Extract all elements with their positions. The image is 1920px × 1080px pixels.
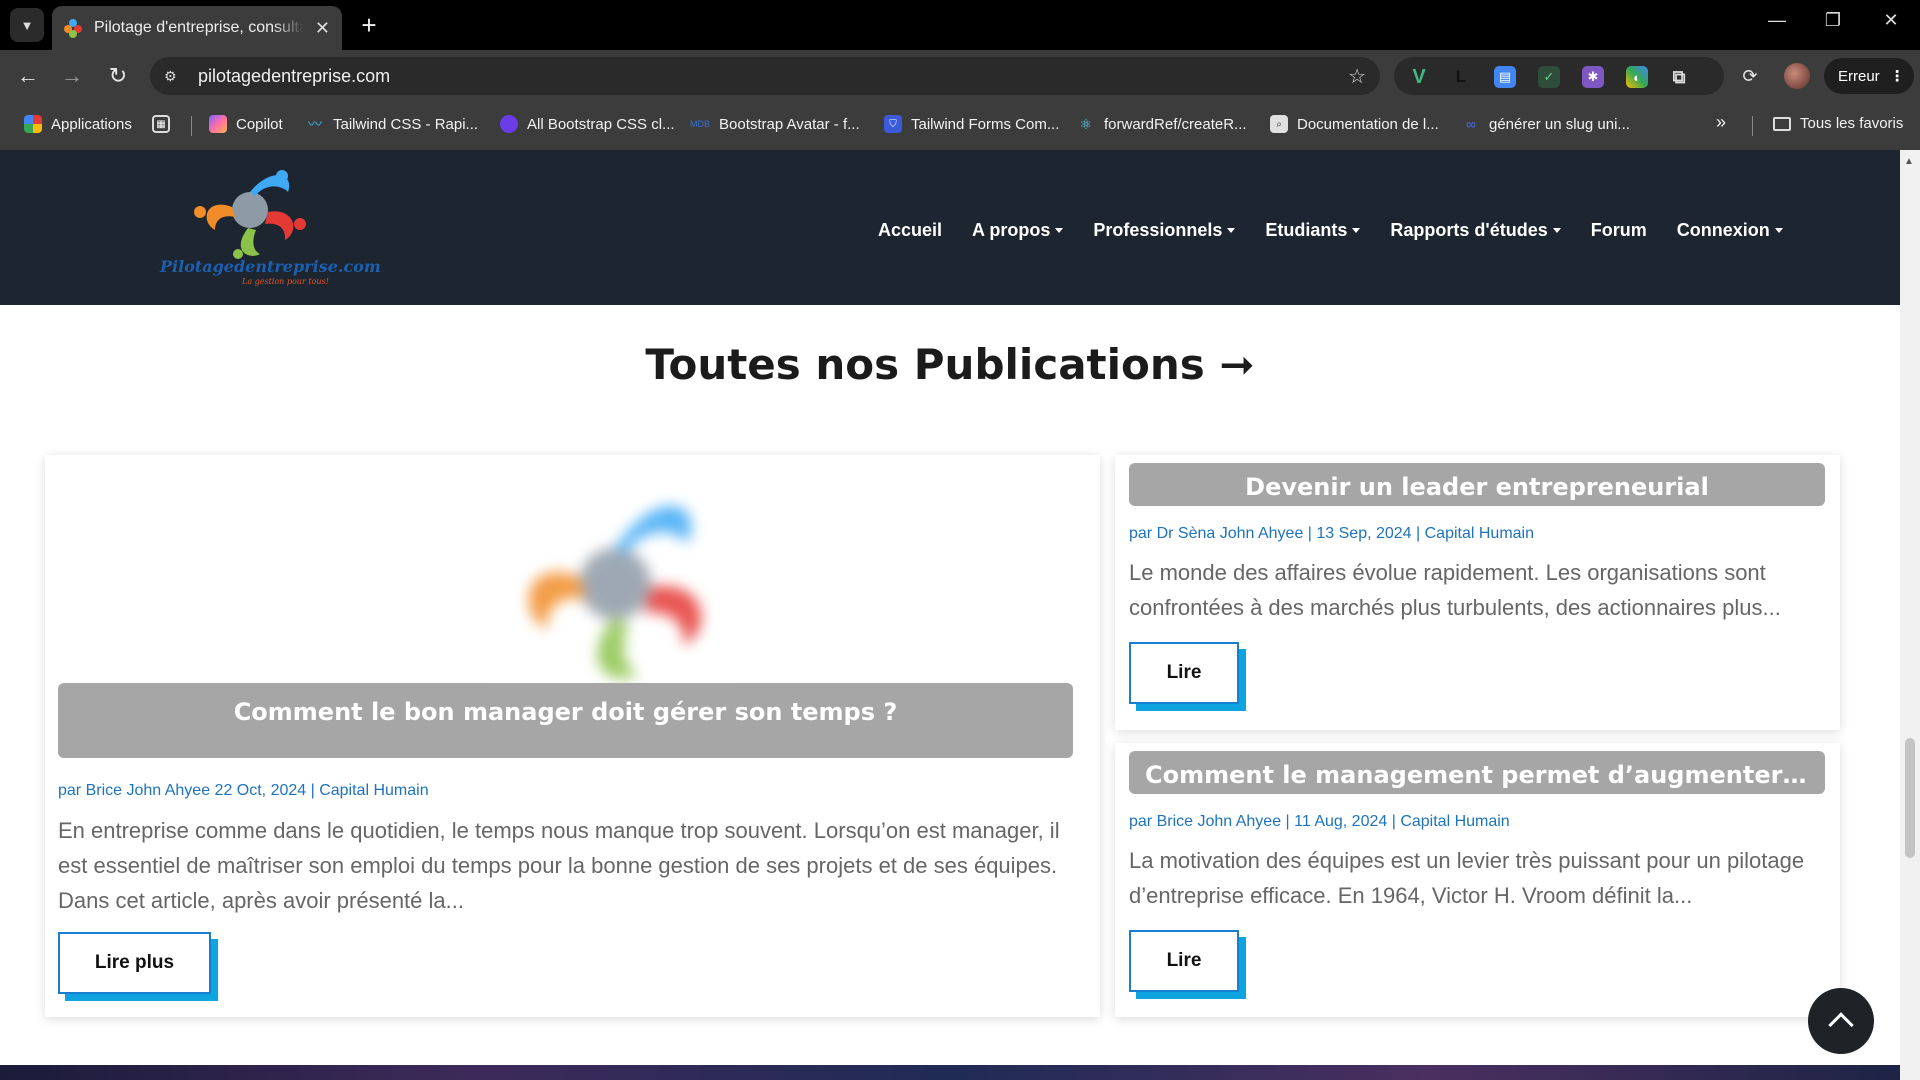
all-bookmarks-folder[interactable]: Tous les favoris	[1773, 115, 1903, 132]
caret-down-icon	[1055, 228, 1064, 233]
page-scrollbar[interactable]: ▲	[1900, 150, 1920, 1080]
menu-dots-icon: ⋮	[1889, 68, 1905, 85]
react-icon: ⚛	[1079, 115, 1093, 132]
post-excerpt: En entreprise comme dans le quotidien, l…	[58, 818, 1060, 913]
page-viewport: Pilotagedentreprise.com La gestion pour …	[0, 150, 1900, 1080]
nav-rapports[interactable]: Rapports d'études	[1390, 220, 1561, 241]
mdb-icon: MDB	[690, 119, 710, 129]
bookmark-separator	[1752, 116, 1753, 136]
caret-down-icon	[1774, 228, 1783, 233]
profile-error-label: Erreur	[1838, 67, 1880, 85]
profile-avatar[interactable]	[1784, 63, 1810, 89]
docs-extension-icon[interactable]: ▤	[1494, 66, 1516, 88]
folder-icon	[1773, 116, 1791, 131]
url-text: pilotagedentreprise.com	[198, 65, 391, 86]
minimize-icon[interactable]: —	[1762, 10, 1792, 31]
browser-toolbar: ← → ↻ ⚙ pilotagedentreprise.com ☆ V L ▤ …	[0, 50, 1920, 100]
browser-tab-active[interactable]: Pilotage d'entreprise, consultant ✕	[52, 6, 342, 50]
close-window-icon[interactable]: ✕	[1876, 10, 1906, 31]
post-meta[interactable]: par Brice John Ahyee 22 Oct, 2024 | Capi…	[58, 782, 429, 800]
restore-window-icon[interactable]: ❐	[1818, 10, 1848, 31]
logo-tagline: La gestion pour tous!	[242, 277, 329, 286]
apps-grid-icon	[24, 115, 42, 133]
bookmark-applications[interactable]: Applications	[24, 115, 132, 133]
extensions-puzzle-icon[interactable]: ⧉	[1668, 66, 1690, 88]
nav-etudiants[interactable]: Etudiants	[1265, 220, 1361, 241]
bookmark-tailwind[interactable]: 〰 Tailwind CSS - Rapi...	[306, 115, 478, 133]
bookmark-copilot[interactable]: Copilot	[209, 115, 283, 133]
profile-error-button[interactable]: Erreur ⋮	[1824, 58, 1914, 94]
post-card: Devenir un leader entrepreneurial par Dr…	[1115, 455, 1840, 730]
gear-extension-icon[interactable]: ✱	[1582, 66, 1604, 88]
post-excerpt: La motivation des équipes est un levier …	[1129, 848, 1805, 908]
more-bookmarks-chevron-icon[interactable]: »	[1716, 112, 1726, 133]
bookmark-bootstrap-avatar[interactable]: MDB Bootstrap Avatar - f...	[690, 115, 860, 133]
tab-groups-icon[interactable]: ▦	[152, 115, 170, 133]
new-tab-plus-icon[interactable]: +	[352, 8, 386, 42]
post-card: Comment le management permet d’augmenter…	[1115, 743, 1840, 1017]
post-meta[interactable]: par Dr Sèna John Ahyee | 13 Sep, 2024 | …	[1129, 525, 1534, 543]
post-title[interactable]: Comment le management permet d’augmenter…	[1129, 751, 1825, 794]
address-bar[interactable]: ⚙ pilotagedentreprise.com ☆	[150, 57, 1380, 95]
post-meta[interactable]: par Brice John Ahyee | 11 Aug, 2024 | Ca…	[1129, 813, 1510, 831]
browser-tab-bar: ▼ Pilotage d'entreprise, consultant ✕ + …	[0, 0, 1920, 50]
read-button[interactable]: Lire	[1129, 642, 1239, 704]
post-title[interactable]: Comment le bon manager doit gérer son te…	[58, 683, 1073, 758]
reload-icon[interactable]: ↻	[102, 60, 134, 92]
forward-arrow-icon[interactable]: →	[56, 60, 88, 92]
bookmark-star-icon[interactable]: ☆	[1348, 64, 1366, 89]
logo-text: Pilotagedentreprise.com	[160, 257, 381, 276]
tailwind-forms-icon: ⛉	[884, 115, 902, 133]
nav-forum[interactable]: Forum	[1591, 220, 1647, 241]
main-navigation: Accueil A propos Professionnels Etudiant…	[878, 220, 1813, 241]
link-icon: ∞	[1466, 116, 1476, 132]
site-header: Pilotagedentreprise.com La gestion pour …	[0, 150, 1900, 305]
nav-connexion[interactable]: Connexion	[1677, 220, 1783, 241]
tab-close-icon[interactable]: ✕	[315, 18, 330, 39]
bookmark-documentation[interactable]: ⌕ Documentation de l...	[1270, 115, 1439, 133]
logo-people-icon	[194, 170, 306, 259]
color-extension-icon[interactable]: ◐	[1626, 66, 1648, 88]
performance-icon[interactable]: ⟳	[1734, 60, 1766, 92]
nav-a-propos[interactable]: A propos	[972, 220, 1064, 241]
site-settings-icon[interactable]: ⚙	[164, 68, 184, 85]
bookmark-separator	[191, 116, 192, 136]
nav-professionnels[interactable]: Professionnels	[1093, 220, 1236, 241]
footer-banner-strip	[0, 1065, 1900, 1080]
read-button[interactable]: Lire	[1129, 930, 1239, 992]
chevron-up-icon	[1828, 1012, 1854, 1038]
copilot-icon	[209, 115, 227, 133]
section-title[interactable]: Toutes nos Publications ➞	[0, 340, 1900, 389]
scrollbar-thumb[interactable]	[1905, 738, 1915, 858]
bookmark-forwardref[interactable]: ⚛ forwardRef/createR...	[1077, 115, 1247, 133]
back-to-top-button[interactable]	[1808, 988, 1874, 1054]
bookmarks-bar: Applications ▦ Copilot 〰 Tailwind CSS - …	[0, 100, 1920, 150]
post-excerpt: Le monde des affaires évolue rapidement.…	[1129, 560, 1781, 620]
bookmark-bootstrap-css[interactable]: All Bootstrap CSS cl...	[500, 115, 675, 133]
tab-title: Pilotage d'entreprise, consultant	[94, 19, 304, 36]
tailwind-icon: 〰	[308, 116, 322, 132]
caret-down-icon	[1352, 228, 1361, 233]
tab-search-chevron-icon[interactable]: ▼	[10, 8, 44, 42]
caret-down-icon	[1227, 228, 1236, 233]
site-logo[interactable]: Pilotagedentreprise.com La gestion pour …	[160, 162, 381, 292]
extensions-area: V L ▤ ✓ ✱ ◐ ⧉	[1394, 57, 1724, 95]
nav-accueil[interactable]: Accueil	[878, 220, 942, 241]
post-title[interactable]: Devenir un leader entrepreneurial	[1129, 463, 1825, 506]
docs-search-icon: ⌕	[1270, 115, 1288, 133]
featured-post-card: Comment le bon manager doit gérer son te…	[45, 455, 1100, 1017]
bootstrap-icon	[500, 115, 518, 133]
check-extension-icon[interactable]: ✓	[1538, 66, 1560, 88]
back-arrow-icon[interactable]: ←	[12, 60, 44, 92]
l-extension-icon[interactable]: L	[1450, 66, 1472, 88]
caret-down-icon	[1552, 228, 1561, 233]
scroll-up-arrow-icon[interactable]: ▲	[1904, 156, 1914, 167]
read-more-button[interactable]: Lire plus	[58, 932, 211, 994]
site-favicon-icon	[64, 19, 82, 38]
vue-devtools-icon[interactable]: V	[1408, 66, 1430, 88]
bookmark-tailwind-forms[interactable]: ⛉ Tailwind Forms Com...	[884, 115, 1059, 133]
bookmark-slug[interactable]: ∞ générer un slug uni...	[1462, 115, 1630, 133]
